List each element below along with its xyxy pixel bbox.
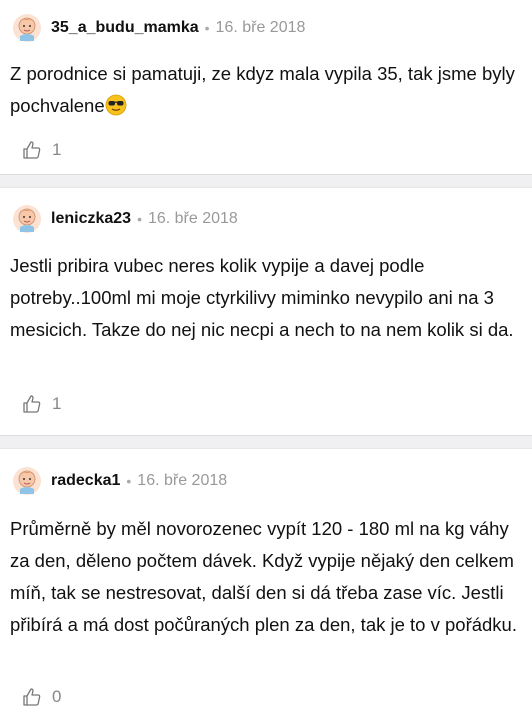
comment-text-content: Průměrně by měl novorozenec vypít 120 - …	[10, 518, 517, 635]
comment-text: Jestli pribira vubec neres kolik vypije …	[0, 250, 532, 378]
like-count: 1	[52, 140, 62, 159]
comment-header: 35_a_budu_mamka • 16. bře 2018	[0, 0, 532, 56]
baby-avatar-icon[interactable]	[12, 466, 42, 496]
comment-date: 16. bře 2018	[147, 210, 238, 227]
sunglasses-emoji-icon	[105, 94, 127, 116]
username[interactable]: radecka1	[51, 472, 120, 490]
like-row: 1	[0, 378, 532, 430]
comment-2: leniczka23 • 16. bře 2018 Jestli pribira…	[0, 188, 532, 435]
comment-1: 35_a_budu_mamka • 16. bře 2018 Z porodni…	[0, 0, 532, 174]
baby-avatar-icon[interactable]	[12, 13, 42, 43]
comment-text-content: Z porodnice si pamatuji, ze kdyz mala vy…	[10, 63, 515, 116]
like-count: 1	[52, 394, 62, 413]
like-count: 0	[52, 687, 62, 706]
meta-separator: •	[137, 211, 142, 227]
thumbs-up-icon[interactable]	[22, 140, 42, 160]
baby-avatar-icon[interactable]	[12, 204, 42, 234]
comment-text-content: Jestli pribira vubec neres kolik vypije …	[10, 255, 514, 340]
like-row: 1	[0, 122, 532, 178]
username[interactable]: leniczka23	[51, 210, 131, 228]
meta-separator: •	[204, 20, 210, 36]
comment-date: 16. bře 2018	[137, 472, 228, 489]
thumbs-up-icon[interactable]	[22, 394, 42, 414]
comment-date: 16. bře 2018	[215, 19, 306, 36]
comment-text: Průměrně by měl novorozenec vypít 120 - …	[0, 513, 532, 675]
comment-text: Z porodnice si pamatuji, ze kdyz mala vy…	[0, 56, 532, 122]
thumbs-up-icon[interactable]	[22, 687, 42, 707]
comment-divider	[0, 435, 532, 449]
comment-header: leniczka23 • 16. bře 2018	[0, 188, 532, 250]
username[interactable]: 35_a_budu_mamka	[51, 19, 199, 37]
comment-3: radecka1 • 16. bře 2018 Průměrně by měl …	[0, 449, 532, 721]
meta-separator: •	[126, 473, 132, 489]
comment-header: radecka1 • 16. bře 2018	[0, 449, 532, 513]
like-row: 0	[0, 675, 532, 719]
